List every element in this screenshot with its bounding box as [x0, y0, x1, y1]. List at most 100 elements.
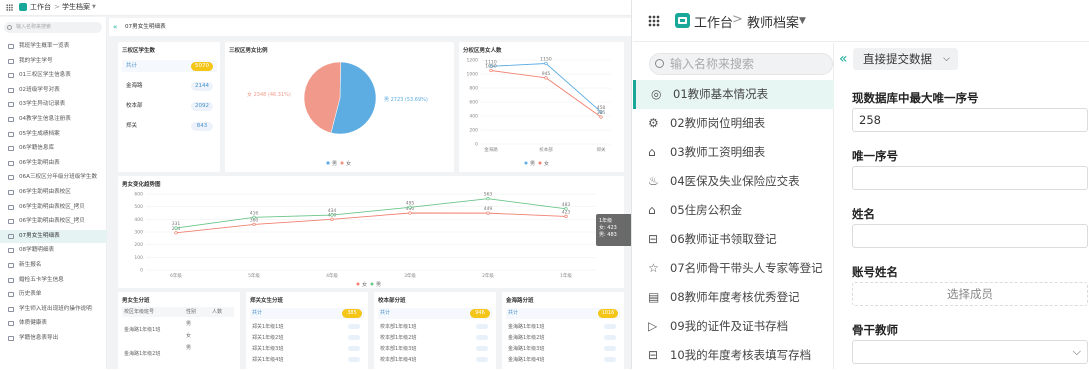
data-point[interactable] — [544, 76, 548, 80]
apps-grid-icon[interactable] — [648, 15, 660, 27]
sidebar-item[interactable]: ◎ 01教师基本情况表 — [633, 80, 834, 109]
sidebar-item[interactable]: ▷ 09我的证件及证书存档 — [633, 312, 834, 341]
sidebar-item[interactable]: ☆ 07名师骨干带头人专家等登记 — [633, 254, 834, 283]
key-teacher-select[interactable]: ⌵ — [852, 340, 1088, 364]
sidebar-item[interactable]: 06学生助明由表校区 — [0, 186, 107, 199]
class-row[interactable]: 郑关1年级1班 — [252, 323, 362, 330]
stat-card-title: 三权区学生数 — [122, 48, 156, 54]
sidebar-item[interactable]: 05学生成绩档案 — [0, 128, 107, 141]
data-point[interactable] — [486, 211, 490, 215]
data-point[interactable] — [489, 68, 493, 73]
sidebar-item[interactable]: 历史表单 — [0, 288, 107, 301]
form-icon: ⚙ — [648, 116, 659, 130]
sidebar-item-label: 历史表单 — [19, 291, 42, 298]
sidebar-item[interactable]: 我班学生概率一览表 — [0, 40, 107, 53]
class-row[interactable]: 金海路1年级2班 — [508, 334, 618, 341]
sidebar-item[interactable]: 06学籍信息库 — [0, 142, 107, 155]
form-icon: ⌂ — [648, 203, 656, 217]
sidebar-item[interactable]: 婚检五卡学生信息 — [0, 274, 107, 287]
sidebar-item[interactable]: ⌂ 03教师工资明细表 — [633, 138, 834, 167]
data-point[interactable] — [408, 211, 412, 215]
class-row[interactable]: 郑关1年级3班 — [252, 345, 362, 352]
name-field[interactable] — [852, 224, 1088, 248]
class-card: 校本部分班 共计 946 校本部1年级1班 校本部1年级2班 校本部1年级3班 校本部1年级… — [374, 292, 496, 369]
data-point[interactable] — [330, 217, 334, 221]
module-title[interactable]: 学生档案 — [62, 0, 90, 15]
class-row[interactable]: 金海路1年级1班 — [508, 323, 618, 330]
data-point[interactable] — [544, 61, 548, 66]
data-point[interactable] — [486, 197, 490, 201]
sidebar-item[interactable]: 06学生助明由表校区_拷贝 — [0, 201, 107, 214]
collapse-icon[interactable]: « — [113, 23, 117, 31]
sidebar-item-label: 03学生异动记录表 — [19, 101, 66, 108]
sidebar-item[interactable]: 03学生异动记录表 — [0, 98, 107, 111]
chevron-down-icon[interactable]: ▼ — [799, 16, 806, 26]
class-row[interactable]: 校本部1年级3班 — [380, 345, 490, 352]
class-row[interactable]: 金海路1年级3班 — [508, 345, 618, 352]
y-tick-label: 800 — [469, 86, 478, 92]
data-point[interactable] — [174, 231, 178, 235]
max-seq-field[interactable]: 258 — [852, 108, 1088, 132]
data-point[interactable] — [564, 214, 568, 219]
sidebar-item[interactable]: 08学籍明细表 — [0, 244, 107, 257]
sidebar-item[interactable]: ⊟ 06教师证书领取登记 — [633, 225, 834, 254]
sidebar-item[interactable]: 06学生助明由表 — [0, 157, 107, 170]
collapse-icon[interactable]: « — [839, 52, 848, 66]
count-badge — [348, 324, 360, 329]
sidebar-item[interactable]: 01三权区学生信息表 — [0, 69, 107, 82]
sidebar-item[interactable]: ⚙ 02教师岗位明细表 — [633, 109, 834, 138]
class-row[interactable]: 校本部1年级4班 — [380, 356, 490, 363]
form-icon — [8, 175, 14, 181]
sidebar-item[interactable]: 新生报名 — [0, 259, 107, 272]
sidebar-item[interactable]: ♨ 04医保及失业保险应交表 — [633, 167, 834, 196]
class-row[interactable]: 校本部1年级2班 — [380, 334, 490, 341]
sidebar-item[interactable]: ▤ 08教师年度考核优秀登记 — [633, 283, 834, 312]
data-point[interactable] — [174, 226, 178, 230]
data-point[interactable] — [408, 205, 412, 209]
form-icon — [8, 248, 14, 254]
workbench-link[interactable]: 工作台 — [694, 12, 733, 31]
stat-label: 共计 — [126, 63, 138, 69]
sidebar-item[interactable]: 体质健康表 — [0, 317, 107, 330]
data-point[interactable] — [252, 222, 256, 227]
sidebar-item[interactable]: 学籍信息表导出 — [0, 332, 107, 345]
workbench-logo-icon — [19, 3, 27, 11]
sidebar-item-label: 06学籍信息库 — [19, 145, 55, 152]
chevron-down-icon[interactable]: ▼ — [92, 0, 96, 15]
sidebar-item[interactable]: ⊟ 10我的年度考核表填写存档 — [633, 341, 834, 370]
search-input[interactable]: 输入名称来搜索 — [649, 53, 833, 75]
search-input[interactable]: 输入名称来搜索 — [4, 22, 102, 33]
class-row[interactable]: 郑关1年级2班 — [252, 334, 362, 341]
sidebar-item[interactable]: 06学生助明由表校区_拷贝 — [0, 215, 107, 228]
data-point[interactable] — [599, 115, 603, 119]
count-badge — [476, 357, 488, 362]
sidebar-item[interactable]: 学生师入班出现班约操作说明 — [0, 303, 107, 316]
stat-value-badge: 2144 — [191, 82, 213, 91]
view-select[interactable]: 直接提交数据 ⌵ — [853, 48, 958, 70]
class-row[interactable]: 金海路1年级4班 — [508, 356, 618, 363]
seq-field[interactable] — [852, 166, 1088, 190]
data-point[interactable] — [330, 213, 334, 217]
sidebar-item[interactable]: 04教学生信息注册表 — [0, 113, 107, 126]
sidebar-item[interactable]: 06A三权区分年级分班级学生数 — [0, 171, 107, 184]
left-sidebar: 输入名称来搜索 我班学生概率一览表 我的学生学号 01三权区学生信息表 02班级学号对… — [0, 17, 107, 369]
sidebar-item[interactable]: 02班级学号对表 — [0, 84, 107, 97]
data-label: 434 — [328, 208, 337, 214]
count-badge — [604, 346, 616, 351]
class-row[interactable]: 郑关1年级4班 — [252, 356, 362, 363]
workbench-link[interactable]: 工作台 — [30, 0, 51, 15]
sidebar-item[interactable]: 我的学生学号 — [0, 55, 107, 68]
data-point[interactable] — [564, 207, 568, 211]
select-member-button[interactable]: 选择成员 — [852, 282, 1088, 306]
form-icon — [8, 321, 14, 327]
sidebar-item[interactable]: 07男女生明细表 — [0, 229, 107, 243]
data-point[interactable] — [252, 215, 256, 219]
gender-cell: 男 — [186, 345, 192, 351]
sidebar-item-label: 08教师年度考核优秀登记 — [670, 290, 800, 304]
module-title[interactable]: 教师档案 — [747, 12, 799, 31]
apps-grid-icon[interactable] — [6, 4, 13, 11]
class-name: 郑关1年级2班 — [252, 335, 284, 341]
right-sidebar: 输入名称来搜索 ◎ 01教师基本情况表 ⚙ 02教师岗位明细表 ⌂ 03教师工资明细表 ♨ 0… — [633, 43, 834, 369]
sidebar-item[interactable]: ⌂ 05住房公积金 — [633, 196, 834, 225]
class-row[interactable]: 校本部1年级1班 — [380, 323, 490, 330]
